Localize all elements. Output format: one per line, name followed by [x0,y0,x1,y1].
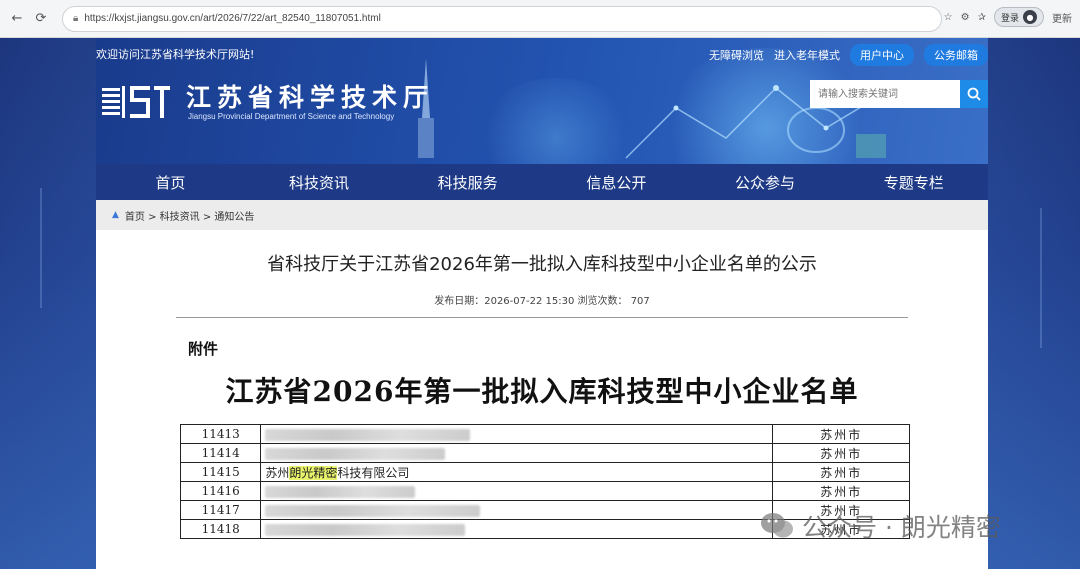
table-row: 11414 苏州市 [179,443,910,463]
elderly-mode-link[interactable]: 进入老年模式 [774,47,840,63]
search-input[interactable] [810,80,960,108]
table-row: 11415 苏州朗光精密科技有限公司 苏州市 [179,462,910,482]
row-number: 11416 [179,481,262,501]
welcome-text: 欢迎访问江苏省科学技术厅网站! [96,48,255,61]
profile-label: 登录 [1000,13,1019,24]
company-name-prefix: 苏州 [265,465,290,480]
site-subtitle: Jiangsu Provincial Department of Science… [188,112,395,121]
accessibility-link[interactable]: 无障碍浏览 [709,47,764,63]
page-viewport: 欢迎访问江苏省科学技术厅网站! 无障碍浏览 进入老年模式 用户中心 公务邮箱 江… [0,38,1080,569]
company-name-redacted [260,443,774,463]
left-decoration [0,38,96,569]
top-links: 无障碍浏览 进入老年模式 用户中心 公务邮箱 [709,44,988,66]
row-city: 苏州市 [772,424,910,444]
browser-actions: ☆ ⚙ ✰ 登录 ● 更新 [944,7,1072,27]
article-meta: 发布日期：2026-07-22 15:30 浏览次数： 707 [434,296,650,307]
site-title: 江苏省科学技术厅 [186,83,435,112]
breadcrumb: ▲ 首页 > 科技资讯 > 通知公告 [96,200,988,230]
main-nav: 首页 科技资讯 科技服务 信息公开 公众参与 专题专栏 [96,164,988,200]
nav-services[interactable]: 科技服务 [393,164,542,200]
extensions-icon[interactable]: ⚙ [961,12,970,23]
search-box [810,80,988,108]
row-city: 苏州市 [772,462,910,482]
row-number: 11418 [179,519,262,539]
wechat-icon [761,513,793,538]
nav-home[interactable]: 首页 [96,164,245,200]
company-name-redacted [260,424,774,444]
reload-icon[interactable]: ⟳ [32,10,50,28]
profile-button[interactable]: 登录 ● [993,7,1044,27]
user-center-button[interactable]: 用户中心 [850,44,914,66]
official-mail-button[interactable]: 公务邮箱 [924,44,988,66]
star-icon[interactable]: ☆ [944,12,953,23]
nav-disclosure[interactable]: 信息公开 [542,164,691,200]
attachment-label: 附件 [188,340,219,358]
divider [176,317,908,318]
row-number: 11414 [179,443,262,463]
nav-news[interactable]: 科技资讯 [245,164,394,200]
jst-logo-icon[interactable] [102,82,170,128]
watermark: 公众号 · 朗光精密 [760,508,1001,544]
right-decoration [984,38,1080,569]
company-name-redacted [260,500,774,520]
company-name-suffix: 科技有限公司 [337,465,410,480]
row-city: 苏州市 [772,481,910,501]
nav-participation[interactable]: 公众参与 [691,164,840,200]
lock-icon: 🔒︎ [73,13,79,24]
row-number: 11417 [179,500,262,520]
home-icon: ▲ [112,210,119,220]
search-button[interactable] [960,80,988,108]
favorites-icon[interactable]: ✰ [978,12,986,23]
row-number: 11415 [179,462,262,482]
breadcrumb-text[interactable]: 首页 > 科技资讯 > 通知公告 [125,208,254,223]
article-title: 省科技厅关于江苏省2026年第一批拟入库科技型中小企业名单的公示 [267,254,817,275]
company-name-redacted [260,519,774,539]
watermark-text: 公众号 · 朗光精密 [802,513,1001,542]
nav-topics[interactable]: 专题专栏 [839,164,988,200]
document-title: 江苏省2026年第一批拟入库科技型中小企业名单 [225,375,859,408]
address-bar[interactable]: 🔒︎ https://kxjst.jiangsu.gov.cn/art/2026… [62,5,942,32]
update-button[interactable]: 更新 [1052,10,1072,25]
site-header: 欢迎访问江苏省科学技术厅网站! 无障碍浏览 进入老年模式 用户中心 公务邮箱 江… [96,38,988,164]
deco-stripe [40,188,42,308]
company-name-highlight: 朗光精密 [289,465,338,480]
company-name: 苏州朗光精密科技有限公司 [260,462,774,482]
row-number: 11413 [179,424,262,444]
header-glow [476,78,636,164]
table-row: 11413 苏州市 [179,424,910,444]
search-icon [967,87,981,101]
browser-toolbar: ← ⟳ 🔒︎ https://kxjst.jiangsu.gov.cn/art/… [0,0,1080,38]
company-name-redacted [260,481,774,501]
row-city: 苏州市 [772,443,910,463]
url-text: https://kxjst.jiangsu.gov.cn/art/2026/7/… [84,13,381,24]
avatar: ● [1023,10,1037,24]
table-row: 11416 苏州市 [179,481,910,501]
deco-stripe [1040,208,1042,348]
back-icon[interactable]: ← [8,10,26,28]
